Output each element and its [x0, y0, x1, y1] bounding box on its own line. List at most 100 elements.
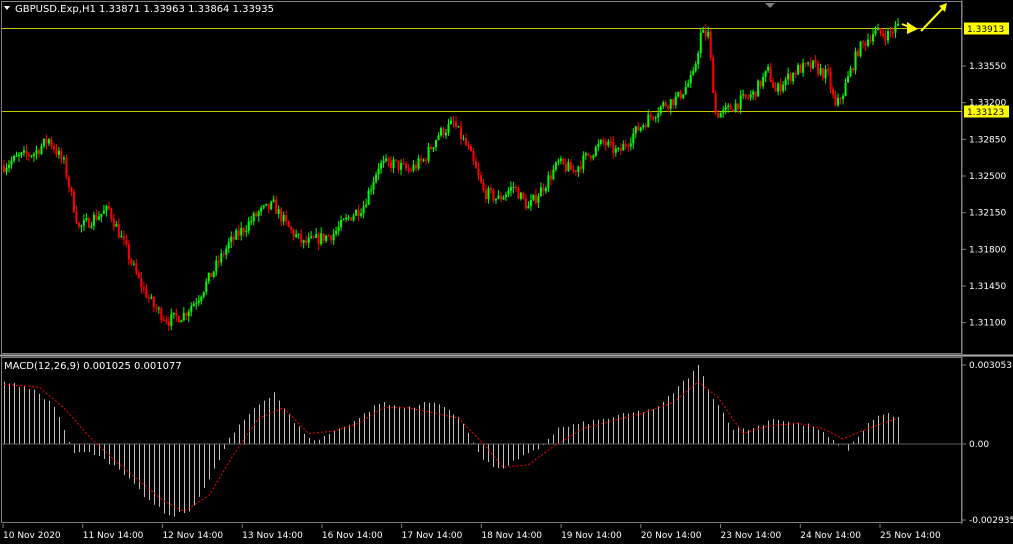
- bull-candle: [837, 97, 840, 106]
- bull-candle: [190, 306, 193, 312]
- bull-candle: [677, 91, 680, 97]
- bull-candle: [877, 28, 880, 31]
- bear-candle: [667, 105, 670, 109]
- bear-candle: [312, 236, 315, 238]
- time-tick-label: 13 Nov 14:00: [242, 531, 303, 541]
- bear-candle: [779, 83, 782, 92]
- bear-candle: [737, 103, 740, 109]
- bull-candle: [874, 30, 877, 35]
- bull-candle: [335, 230, 338, 235]
- bear-candle: [25, 150, 28, 155]
- bull-candle: [642, 125, 645, 128]
- bear-candle: [442, 128, 445, 136]
- bull-candle: [282, 215, 285, 222]
- bull-candle: [629, 143, 632, 147]
- bull-candle: [727, 105, 730, 107]
- price-tick-label: 1.32500: [969, 172, 1006, 182]
- bull-candle: [567, 162, 570, 172]
- bull-candle: [250, 221, 253, 223]
- bull-candle: [345, 217, 348, 220]
- chart-background: [0, 0, 1013, 544]
- bear-candle: [482, 182, 485, 191]
- bear-candle: [587, 153, 590, 156]
- bull-candle: [497, 195, 500, 199]
- bull-candle: [694, 64, 697, 72]
- bear-candle: [484, 190, 487, 199]
- bear-candle: [744, 94, 747, 98]
- bear-candle: [879, 28, 882, 34]
- bull-candle: [657, 113, 660, 118]
- bear-candle: [147, 297, 150, 299]
- bear-candle: [135, 263, 138, 274]
- bull-candle: [509, 187, 512, 191]
- bear-candle: [469, 145, 472, 152]
- bull-candle: [62, 157, 65, 160]
- bull-candle: [847, 76, 850, 83]
- bull-candle: [824, 69, 827, 79]
- bear-candle: [405, 163, 408, 169]
- bull-candle: [614, 148, 617, 153]
- bear-candle: [140, 277, 143, 288]
- bull-candle: [684, 86, 687, 95]
- time-tick-label: 20 Nov 14:00: [641, 531, 702, 541]
- time-tick-label: 24 Nov 14:00: [800, 531, 861, 541]
- bull-candle: [47, 139, 50, 144]
- bear-candle: [67, 177, 70, 188]
- bear-candle: [280, 209, 283, 222]
- bull-candle: [105, 205, 108, 211]
- bull-candle: [435, 140, 438, 148]
- bull-candle: [437, 135, 440, 141]
- trading-chart[interactable]: GBPUSD.Exp,H1 1.33871 1.33963 1.33864 1.…: [0, 0, 1013, 544]
- bear-candle: [322, 233, 325, 241]
- bull-candle: [220, 253, 223, 263]
- bull-candle: [682, 94, 685, 99]
- bear-candle: [627, 146, 630, 148]
- bear-candle: [549, 175, 552, 180]
- bear-candle: [402, 163, 405, 165]
- bull-candle: [252, 213, 255, 222]
- bull-candle: [697, 53, 700, 65]
- bull-candle: [360, 213, 363, 216]
- bear-candle: [467, 145, 470, 147]
- bear-candle: [317, 234, 320, 245]
- bull-candle: [197, 300, 200, 303]
- bear-candle: [155, 307, 158, 309]
- bull-candle: [272, 199, 275, 202]
- bear-candle: [50, 139, 53, 147]
- bear-candle: [55, 149, 58, 155]
- bull-candle: [265, 203, 268, 206]
- bull-candle: [762, 76, 765, 87]
- bear-candle: [430, 146, 433, 150]
- bull-candle: [57, 150, 60, 155]
- bear-candle: [165, 319, 168, 322]
- bull-candle: [302, 240, 305, 243]
- bull-candle: [519, 192, 522, 200]
- bull-candle: [297, 233, 300, 235]
- bear-candle: [499, 195, 502, 200]
- bear-candle: [644, 125, 647, 128]
- bull-candle: [372, 181, 375, 190]
- bear-candle: [287, 221, 290, 228]
- bear-candle: [714, 93, 717, 114]
- bear-candle: [809, 62, 812, 69]
- bull-candle: [35, 149, 38, 154]
- bear-candle: [152, 296, 155, 308]
- bull-candle: [617, 148, 620, 150]
- bear-candle: [834, 94, 837, 106]
- bear-candle: [604, 141, 607, 146]
- bear-candle: [127, 244, 130, 260]
- bear-candle: [672, 99, 675, 106]
- bull-candle: [554, 162, 557, 170]
- bull-candle: [787, 73, 790, 80]
- bull-candle: [307, 237, 310, 244]
- bull-candle: [532, 194, 535, 200]
- bear-candle: [242, 228, 245, 233]
- bull-candle: [447, 123, 450, 133]
- bull-candle: [607, 141, 610, 146]
- bear-candle: [814, 60, 817, 64]
- bear-candle: [267, 203, 270, 210]
- bear-candle: [712, 57, 715, 94]
- bear-candle: [75, 212, 78, 223]
- price-tick-label: 1.31450: [969, 282, 1006, 292]
- bull-candle: [734, 103, 737, 112]
